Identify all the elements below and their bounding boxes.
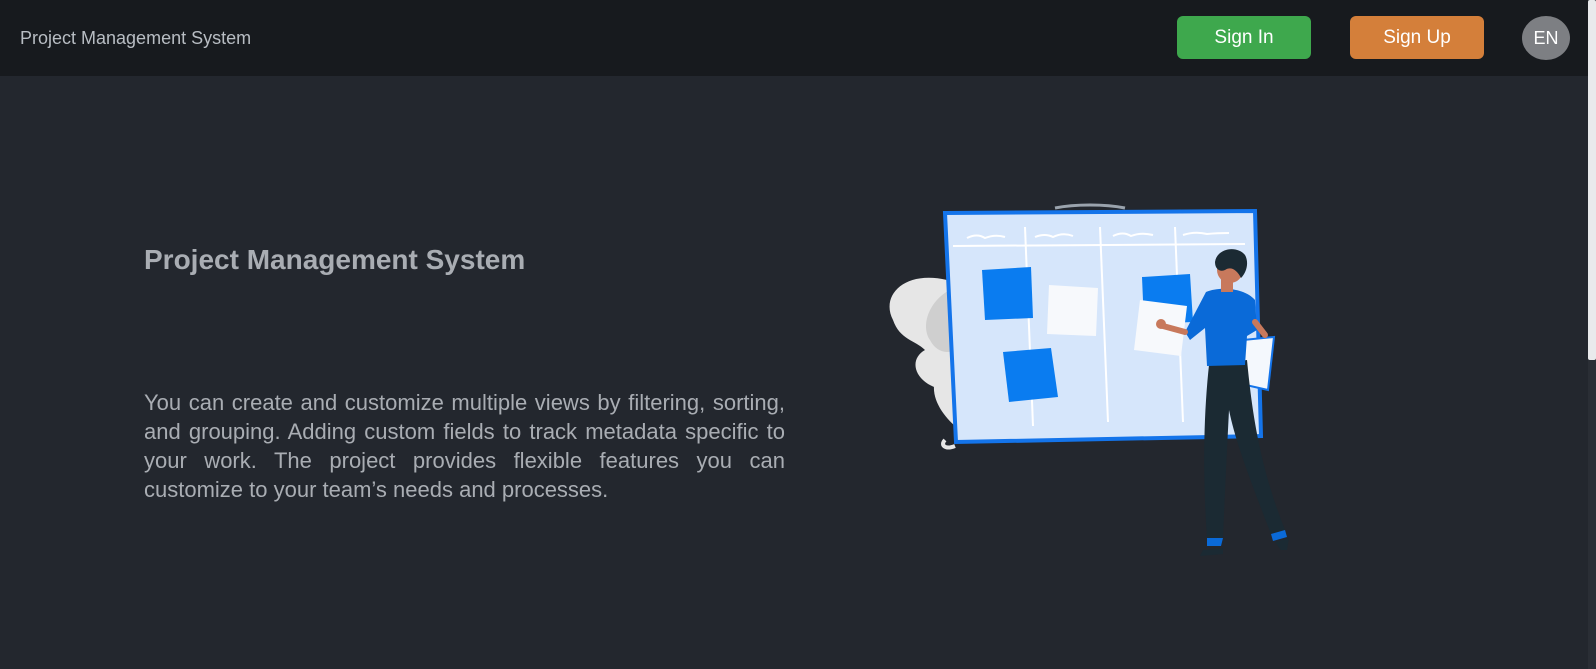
scrollbar[interactable] <box>1588 0 1596 669</box>
sign-up-button[interactable]: Sign Up <box>1350 16 1484 59</box>
kanban-board-illustration <box>889 203 1289 556</box>
scrollbar-thumb[interactable] <box>1588 0 1596 360</box>
sign-in-button[interactable]: Sign In <box>1177 16 1311 59</box>
brand-link[interactable]: Project Management System <box>20 28 251 49</box>
hero-title: Project Management System <box>144 244 526 275</box>
language-switcher[interactable]: EN <box>1522 16 1570 60</box>
navbar: Project Management System Sign In Sign U… <box>0 0 1588 76</box>
hero-description: You can create and customize multiple vi… <box>144 390 785 502</box>
